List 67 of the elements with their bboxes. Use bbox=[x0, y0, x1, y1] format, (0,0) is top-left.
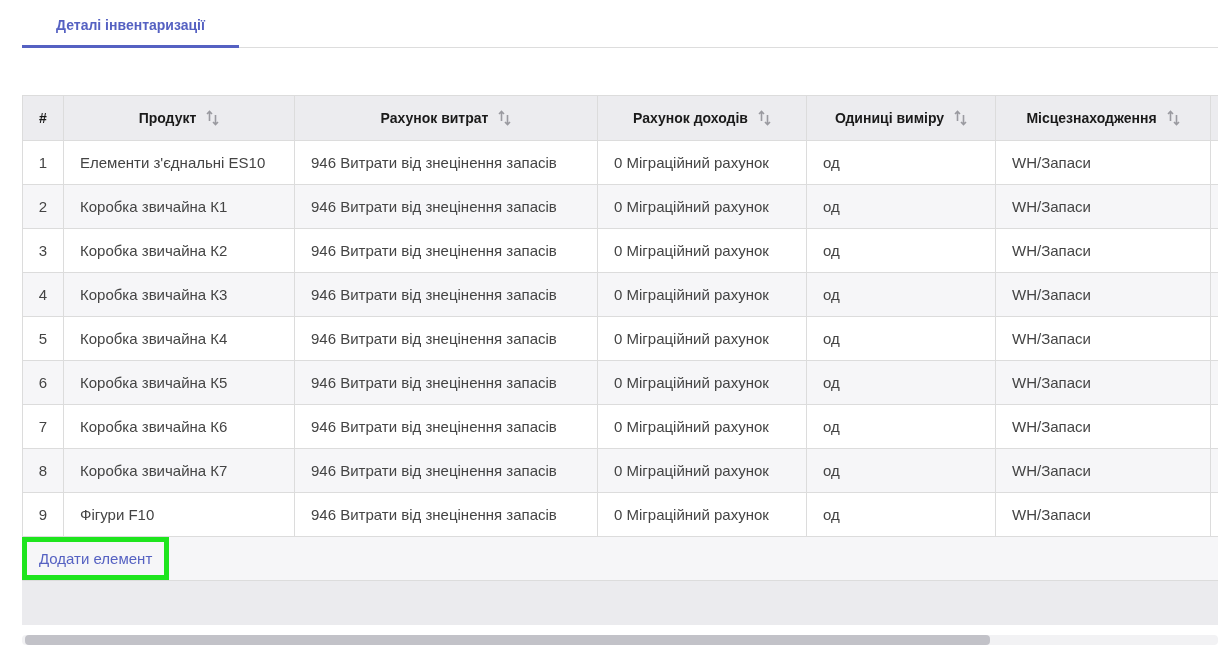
table-cell: WH/Запаси bbox=[995, 184, 1211, 229]
table-cell: 0 Міграційний рахунок bbox=[597, 404, 807, 449]
table-cell: Коробка звичайна К1 bbox=[63, 184, 295, 229]
table-cell: од bbox=[806, 184, 996, 229]
table-cell: од bbox=[806, 360, 996, 405]
table-cell: WH/Запаси bbox=[995, 316, 1211, 361]
row-number: 2 bbox=[22, 184, 64, 229]
table-cell: 946 Витрати від знецінення запасів bbox=[294, 140, 598, 185]
row-number: 5 bbox=[22, 316, 64, 361]
table-cell: 0 Міграційний рахунок bbox=[597, 228, 807, 273]
table-cell: од bbox=[806, 316, 996, 361]
table-cell: од bbox=[806, 448, 996, 493]
table-cell: 946 Витрати від знецінення запасів bbox=[294, 404, 598, 449]
row-number: 8 bbox=[22, 448, 64, 493]
sort-icon[interactable] bbox=[954, 110, 968, 126]
column-header[interactable]: Рахунок витрат bbox=[294, 95, 598, 141]
table-cell: 946 Витрати від знецінення запасів bbox=[294, 184, 598, 229]
sort-icon[interactable] bbox=[206, 110, 220, 126]
row-number: 6 bbox=[22, 360, 64, 405]
table-cell: од bbox=[806, 492, 996, 537]
table-cell: 0 Міграційний рахунок bbox=[597, 184, 807, 229]
table-cell: од bbox=[806, 404, 996, 449]
column-header[interactable]: Рахунок доходів bbox=[597, 95, 807, 141]
table-cell: 946 Витрати від знецінення запасів bbox=[294, 316, 598, 361]
table-cell: Коробка звичайна К7 bbox=[63, 448, 295, 493]
add-item-link[interactable]: Додати елемент bbox=[22, 537, 170, 580]
row-number: 9 bbox=[22, 492, 64, 537]
table-cell: Коробка звичайна К2 bbox=[63, 228, 295, 273]
sort-icon[interactable] bbox=[498, 110, 512, 126]
column-header[interactable]: Продукт bbox=[63, 95, 295, 141]
table-cell: 946 Витрати від знецінення запасів bbox=[294, 360, 598, 405]
sort-icon[interactable] bbox=[1166, 110, 1180, 126]
row-number: 7 bbox=[22, 404, 64, 449]
table-cell: 0 Міграційний рахунок bbox=[597, 448, 807, 493]
column-header: # bbox=[22, 95, 64, 141]
table-cell: WH/Запаси bbox=[995, 492, 1211, 537]
sort-icon[interactable] bbox=[757, 110, 771, 126]
table-cell: Коробка звичайна К5 bbox=[63, 360, 295, 405]
table-cell: Фігури F10 bbox=[63, 492, 295, 537]
table-cell: 946 Витрати від знецінення запасів bbox=[294, 448, 598, 493]
table-cell: Елементи з'єднальні ES10 bbox=[63, 140, 295, 185]
table-cell: 0 Міграційний рахунок bbox=[597, 360, 807, 405]
table-cell: 946 Витрати від знецінення запасів bbox=[294, 228, 598, 273]
table-cell: 946 Витрати від знецінення запасів bbox=[294, 272, 598, 317]
table-cell: 0 Міграційний рахунок bbox=[597, 492, 807, 537]
column-header[interactable]: Одиниці виміру bbox=[806, 95, 996, 141]
table-cell: од bbox=[806, 140, 996, 185]
table-cell: WH/Запаси bbox=[995, 360, 1211, 405]
table-cell: WH/Запаси bbox=[995, 272, 1211, 317]
table-cell: WH/Запаси bbox=[995, 404, 1211, 449]
table-cell: од bbox=[806, 272, 996, 317]
table-cell: 0 Міграційний рахунок bbox=[597, 316, 807, 361]
table-cell: 0 Міграційний рахунок bbox=[597, 140, 807, 185]
column-header[interactable]: Місцезнаходження bbox=[995, 95, 1211, 141]
tab[interactable]: Деталі інвентаризації bbox=[22, 0, 239, 48]
table-cell: WH/Запаси bbox=[995, 448, 1211, 493]
table-cell: Коробка звичайна К4 bbox=[63, 316, 295, 361]
table-cell: 946 Витрати від знецінення запасів bbox=[294, 492, 598, 537]
row-number: 1 bbox=[22, 140, 64, 185]
row-number: 4 bbox=[22, 272, 64, 317]
table-cell: од bbox=[806, 228, 996, 273]
table-cell: Коробка звичайна К3 bbox=[63, 272, 295, 317]
table-cell: WH/Запаси bbox=[995, 140, 1211, 185]
row-number: 3 bbox=[22, 228, 64, 273]
table-cell: WH/Запаси bbox=[995, 228, 1211, 273]
table-cell: 0 Міграційний рахунок bbox=[597, 272, 807, 317]
table-cell: Коробка звичайна К6 bbox=[63, 404, 295, 449]
